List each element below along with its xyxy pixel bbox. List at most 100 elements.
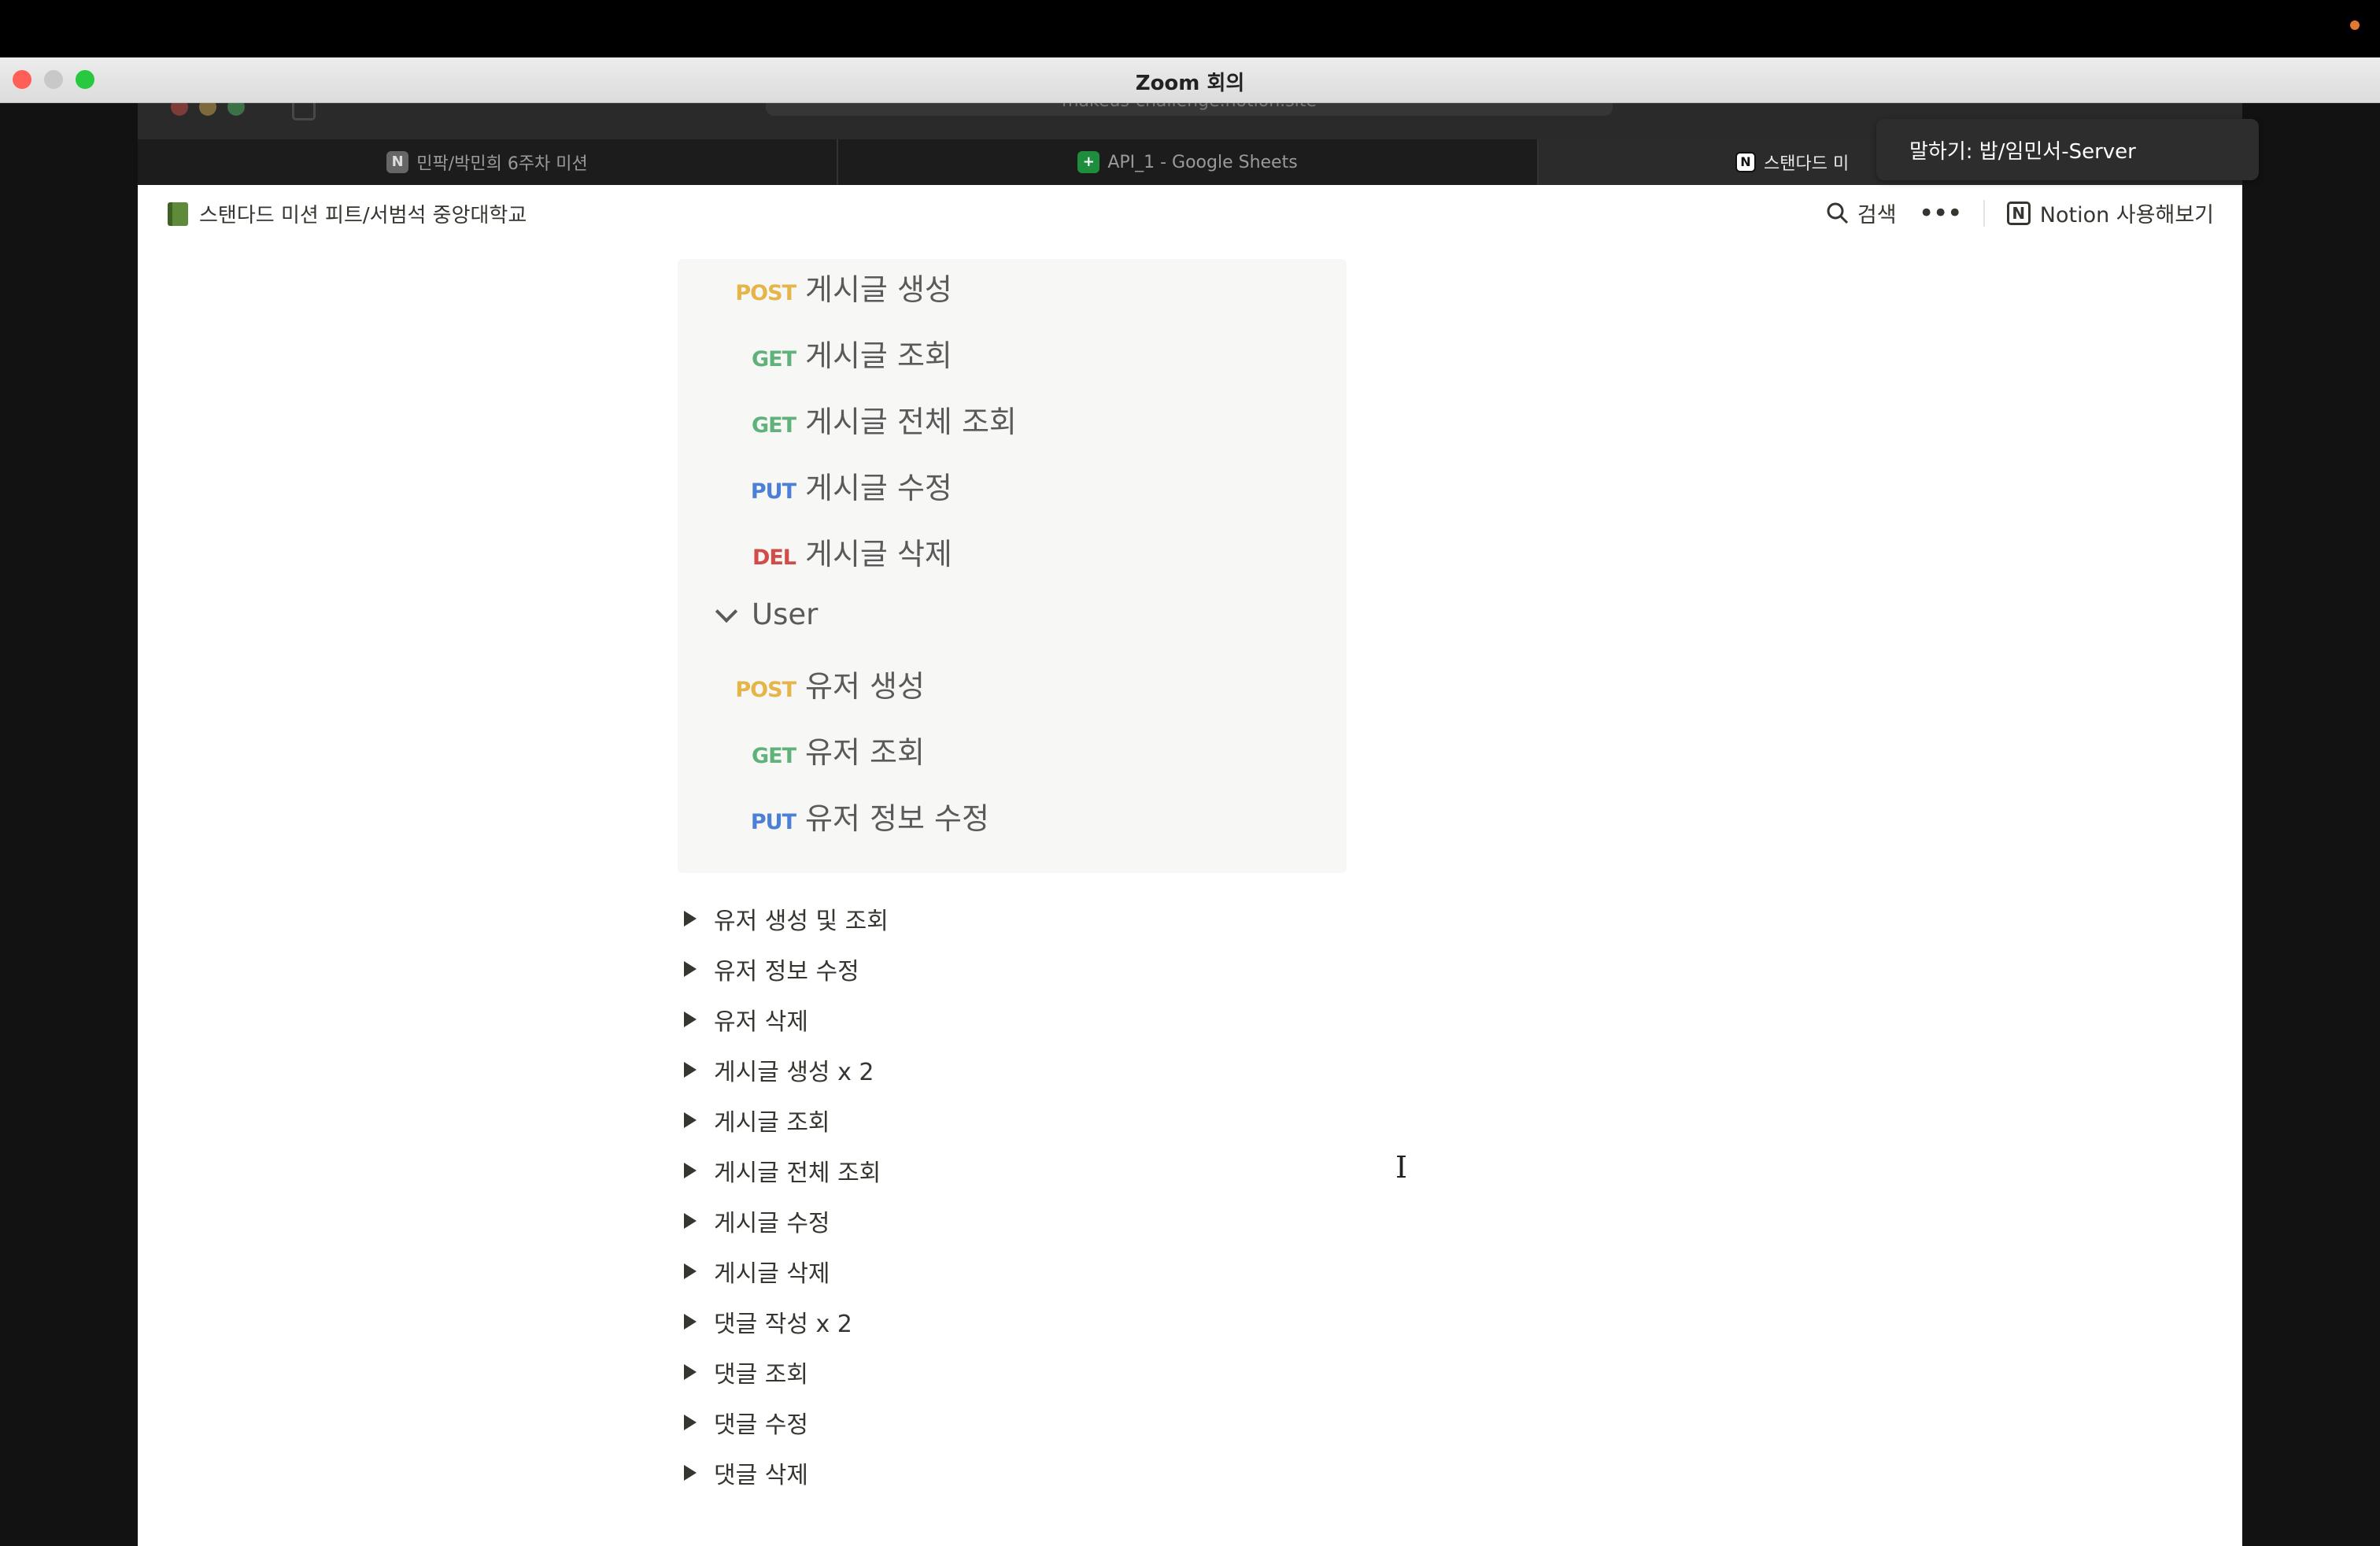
shared-screen: makeus-challenge.notion.site N 민팍/박민희 6주… xyxy=(138,103,2242,1546)
notion-icon: N xyxy=(1735,152,1756,172)
endpoint-label: 유저 정보 수정 xyxy=(805,801,989,836)
endpoint-label: 게시글 생성 xyxy=(805,272,952,307)
endpoint-item[interactable]: POST 유저 생성 xyxy=(731,662,925,705)
chevron-down-icon xyxy=(715,600,738,623)
toggle-label: 유저 생성 및 조회 xyxy=(714,908,889,935)
triangle-right-icon xyxy=(684,1163,697,1178)
toggle-item[interactable]: 게시글 수정 xyxy=(684,1196,889,1246)
triangle-right-icon xyxy=(684,1112,697,1128)
toggle-item[interactable]: 댓글 수정 xyxy=(684,1397,889,1448)
toggle-label: 게시글 수정 xyxy=(714,1210,830,1237)
triangle-right-icon xyxy=(684,1062,697,1078)
browser-zoom-dot xyxy=(227,103,245,116)
triangle-right-icon xyxy=(684,1364,697,1380)
user-group-toggle[interactable]: User xyxy=(715,597,819,631)
endpoint-item[interactable]: GET 게시글 조회 xyxy=(731,331,952,375)
endpoint-item[interactable]: DEL 게시글 삭제 xyxy=(731,530,952,573)
endpoint-item[interactable]: PUT 유저 정보 수정 xyxy=(731,794,989,838)
tab-label: API_1 - Google Sheets xyxy=(1107,152,1298,172)
method-badge: DEL xyxy=(752,546,796,570)
triangle-right-icon xyxy=(684,1465,697,1481)
search-icon xyxy=(1827,202,1848,224)
triangle-right-icon xyxy=(684,1213,697,1229)
zoom-window-title: Zoom 회의 xyxy=(1135,72,1245,95)
toggle-item[interactable]: 게시글 조회 xyxy=(684,1095,889,1145)
endpoint-item[interactable]: PUT 게시글 수정 xyxy=(731,464,952,507)
toggle-label: 댓글 수정 xyxy=(714,1411,808,1439)
speaker-text: 말하기: 밥/임민서-Server xyxy=(1909,139,2136,164)
toggle-item[interactable]: 게시글 생성 x 2 xyxy=(684,1045,889,1095)
more-options-icon[interactable]: ••• xyxy=(1919,200,1963,227)
endpoint-label: 유저 생성 xyxy=(805,669,925,704)
endpoint-item[interactable]: GET 게시글 전체 조회 xyxy=(731,398,1017,441)
browser-minimize-dot xyxy=(199,103,216,116)
notion-topbar: 스탠다드 미션 피트/서범석 중앙대학교 검색 ••• N Notion 사용해… xyxy=(138,185,2242,240)
toggle-label: 댓글 조회 xyxy=(714,1361,808,1389)
toggle-item[interactable]: 게시글 전체 조회 xyxy=(684,1145,889,1196)
toggle-item[interactable]: 유저 정보 수정 xyxy=(684,944,889,994)
method-badge: GET xyxy=(751,347,796,372)
text-cursor-icon: I xyxy=(1395,1150,1408,1185)
method-badge: PUT xyxy=(750,479,796,504)
try-notion-button[interactable]: N Notion 사용해보기 xyxy=(2006,198,2214,228)
toggle-label: 게시글 조회 xyxy=(714,1109,830,1137)
breadcrumb-title: 스탠다드 미션 피트/서범석 중앙대학교 xyxy=(199,204,527,227)
macos-menubar xyxy=(0,0,2380,57)
triangle-right-icon xyxy=(684,1415,697,1430)
endpoint-item[interactable]: POST 게시글 생성 xyxy=(731,265,952,309)
triangle-right-icon xyxy=(684,1012,697,1027)
endpoint-label: 게시글 수정 xyxy=(805,471,952,505)
breadcrumb[interactable]: 스탠다드 미션 피트/서범석 중앙대학교 xyxy=(168,199,527,228)
toggle-list: 유저 생성 및 조회 유저 정보 수정 유저 삭제 게시글 생성 x 2 게시글… xyxy=(684,893,889,1498)
notion-page: 스탠다드 미션 피트/서범석 중앙대학교 검색 ••• N Notion 사용해… xyxy=(138,185,2242,1546)
sheets-icon: + xyxy=(1077,151,1100,173)
toggle-label: 유저 삭제 xyxy=(714,1008,808,1036)
notion-icon: N xyxy=(386,151,409,173)
browser-tab-1[interactable]: N 민팍/박민희 6주차 미션 xyxy=(138,139,838,185)
sidebar-toggle-icon xyxy=(292,103,316,120)
active-speaker-label: 말하기: 밥/임민서-Server xyxy=(1876,119,2259,180)
triangle-right-icon xyxy=(684,961,697,977)
toggle-item[interactable]: 댓글 조회 xyxy=(684,1347,889,1397)
toggle-label: 게시글 생성 x 2 xyxy=(714,1059,874,1086)
topbar-actions: 검색 ••• N Notion 사용해보기 xyxy=(1826,198,2214,228)
zoom-titlebar: Zoom 회의 xyxy=(0,57,2380,103)
topbar-divider xyxy=(1983,199,1985,227)
group-label: User xyxy=(752,597,819,631)
tab-label: 민팍/박민희 6주차 미션 xyxy=(416,154,588,174)
triangle-right-icon xyxy=(684,1314,697,1330)
tab-label: 스탠다드 미 xyxy=(1764,154,1850,174)
endpoint-label: 게시글 전체 조회 xyxy=(805,405,1017,439)
toggle-label: 댓글 작성 x 2 xyxy=(714,1311,852,1338)
toggle-item[interactable]: 댓글 작성 x 2 xyxy=(684,1296,889,1347)
method-badge: POST xyxy=(735,281,796,305)
endpoint-label: 게시글 조회 xyxy=(805,338,952,373)
toggle-label: 댓글 삭제 xyxy=(714,1462,808,1489)
search-button[interactable]: 검색 xyxy=(1826,198,1897,228)
method-badge: PUT xyxy=(750,810,796,834)
api-list-callout: POST 게시글 생성 GET 게시글 조회 GET 게시글 전체 조회 PUT… xyxy=(678,259,1347,873)
browser-close-dot xyxy=(171,103,188,116)
triangle-right-icon xyxy=(684,1263,697,1279)
method-badge: GET xyxy=(751,744,796,768)
green-book-icon xyxy=(168,202,188,226)
try-notion-label: Notion 사용해보기 xyxy=(2039,203,2214,227)
toggle-label: 게시글 전체 조회 xyxy=(714,1160,881,1187)
toggle-item[interactable]: 댓글 삭제 xyxy=(684,1448,889,1498)
triangle-right-icon xyxy=(684,911,697,926)
endpoint-label: 게시글 삭제 xyxy=(805,537,952,571)
toggle-item[interactable]: 유저 삭제 xyxy=(684,994,889,1045)
endpoint-label: 유저 조회 xyxy=(805,735,925,770)
toggle-item[interactable]: 게시글 삭제 xyxy=(684,1246,889,1296)
recording-indicator-dot xyxy=(2350,20,2360,30)
toggle-label: 게시글 삭제 xyxy=(714,1260,830,1288)
method-badge: POST xyxy=(735,678,796,702)
notion-logo-icon: N xyxy=(2006,201,2031,225)
endpoint-item[interactable]: GET 유저 조회 xyxy=(731,728,925,771)
toggle-item[interactable]: 유저 생성 및 조회 xyxy=(684,893,889,944)
url-bar[interactable]: makeus-challenge.notion.site xyxy=(766,103,1613,116)
search-label: 검색 xyxy=(1857,203,1897,227)
toggle-label: 유저 정보 수정 xyxy=(714,958,859,986)
method-badge: GET xyxy=(751,413,796,438)
browser-tab-2[interactable]: + API_1 - Google Sheets xyxy=(838,139,1539,185)
